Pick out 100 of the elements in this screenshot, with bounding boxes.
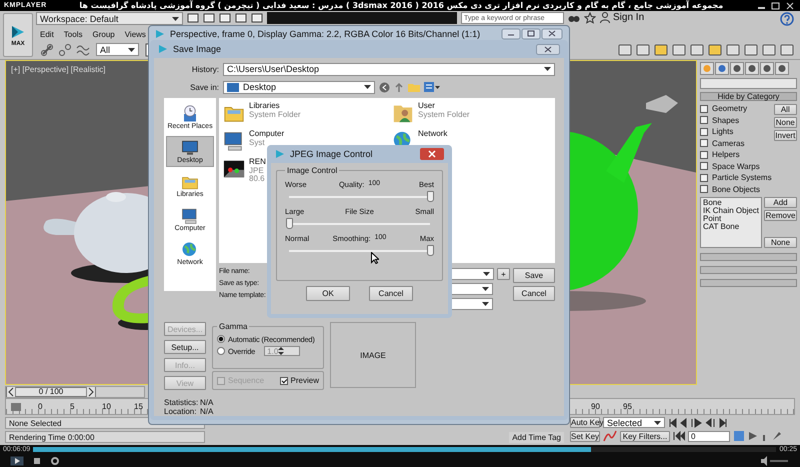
next-frame-button[interactable] xyxy=(87,386,95,396)
save-in-dropdown[interactable]: Desktop xyxy=(223,80,375,94)
close-icon[interactable] xyxy=(536,44,560,54)
unlink-icon[interactable] xyxy=(58,42,72,57)
checkbox[interactable] xyxy=(700,128,708,136)
toolbar-icon[interactable] xyxy=(219,12,231,24)
file-name[interactable]: REN xyxy=(249,158,266,166)
toolbar-icon[interactable] xyxy=(762,42,776,57)
workspace-dropdown[interactable]: Workspace: Default xyxy=(36,12,183,25)
toolbar-icon[interactable] xyxy=(672,42,686,57)
seek-bar[interactable] xyxy=(33,447,776,452)
side-button[interactable]: Setup... xyxy=(164,340,206,354)
previous-frame-button[interactable] xyxy=(7,386,15,396)
menu-item[interactable]: Group xyxy=(92,30,115,39)
save-button[interactable]: Save xyxy=(513,268,555,283)
key-mode-dropdown[interactable]: Selected xyxy=(603,417,665,428)
checkbox[interactable] xyxy=(700,104,708,113)
stat-label: Location: xyxy=(164,407,194,416)
file-name[interactable]: Computer xyxy=(249,130,284,138)
rollout-header[interactable]: Hide by Category xyxy=(700,92,797,101)
list-item[interactable]: IK Chain Object xyxy=(703,207,760,215)
panel-button[interactable]: Add xyxy=(764,197,797,208)
ok-button[interactable]: OK xyxy=(306,286,350,301)
toolbar-icon[interactable] xyxy=(726,42,740,57)
panel-button[interactable]: Remove xyxy=(764,210,797,221)
panel-button[interactable]: None xyxy=(774,117,797,128)
cancel-button[interactable]: Cancel xyxy=(369,286,413,301)
toolbar-icon[interactable] xyxy=(251,12,263,24)
object-list[interactable]: Bone IK Chain Object Point CAT Bone xyxy=(700,197,762,248)
history-dropdown[interactable]: C:\Users\User\Desktop xyxy=(223,62,555,76)
toolbar-icon[interactable] xyxy=(618,42,632,57)
checkbox[interactable] xyxy=(700,162,708,170)
toolbar-icon[interactable] xyxy=(708,42,722,57)
view-menu-icon[interactable] xyxy=(424,82,440,92)
checkbox[interactable] xyxy=(700,185,708,194)
up-folder-icon[interactable] xyxy=(394,82,404,92)
menu-item[interactable]: Edit xyxy=(40,30,54,39)
panel-tab-icon[interactable] xyxy=(715,62,729,75)
sign-in-button[interactable]: Sign In xyxy=(600,12,644,23)
window-controls-icon[interactable] xyxy=(501,28,563,40)
menu-item[interactable]: Tools xyxy=(64,30,82,39)
list-item[interactable]: CAT Bone xyxy=(703,223,760,231)
radio-button[interactable] xyxy=(217,347,225,355)
toolbar-icon[interactable] xyxy=(203,12,215,24)
checkbox[interactable] xyxy=(700,150,708,159)
image-thumbnail-icon[interactable] xyxy=(223,158,245,180)
gear-icon[interactable] xyxy=(50,456,60,466)
panel-button[interactable]: Invert xyxy=(774,130,797,141)
toolbar-icon[interactable] xyxy=(187,12,199,24)
toolbar-icon[interactable] xyxy=(744,42,758,57)
wave-icon[interactable] xyxy=(76,42,90,57)
panel-button[interactable]: All xyxy=(774,104,797,115)
toolbar-icon[interactable] xyxy=(780,42,794,57)
checkbox[interactable] xyxy=(700,174,708,182)
file-name[interactable]: Network xyxy=(418,130,448,138)
toolbar-icon[interactable] xyxy=(235,12,247,24)
stop-icon[interactable] xyxy=(32,456,42,466)
selection-filter-dropdown[interactable]: All xyxy=(96,43,139,56)
computer-icon[interactable] xyxy=(223,130,245,152)
volume-icon[interactable] xyxy=(760,456,790,466)
panel-tab-icon[interactable] xyxy=(745,62,759,75)
globe-icon xyxy=(181,241,199,259)
toolbar-icon[interactable] xyxy=(654,42,668,57)
star-icon[interactable] xyxy=(584,12,596,24)
frame-field[interactable]: 0 xyxy=(688,430,730,442)
navigation-icon[interactable] xyxy=(733,430,783,442)
panel-tab-icon[interactable] xyxy=(700,62,714,75)
add-time-tag-button[interactable]: Add Time Tag xyxy=(509,432,564,443)
help-icon[interactable] xyxy=(780,12,794,26)
back-icon[interactable] xyxy=(379,82,390,92)
caret-icon xyxy=(654,420,661,424)
list-item[interactable]: Point xyxy=(703,215,760,223)
close-icon[interactable] xyxy=(420,148,444,160)
view-cube-icon[interactable] xyxy=(646,95,678,113)
checkbox[interactable] xyxy=(280,376,288,384)
tick-label: 10 xyxy=(102,402,109,411)
viewport-label[interactable]: [+] [Perspective] [Realistic] xyxy=(11,65,106,74)
panel-button[interactable]: None xyxy=(764,237,797,248)
toolbar-icon[interactable] xyxy=(636,42,650,57)
panel-tab-icon[interactable] xyxy=(775,62,789,75)
menu-item[interactable]: Views xyxy=(124,30,146,39)
key-filters-button[interactable]: Key Filters... xyxy=(620,430,670,442)
toolbar-icon[interactable] xyxy=(690,42,704,57)
panel-tab-icon[interactable] xyxy=(730,62,744,75)
checkbox[interactable] xyxy=(700,139,708,148)
panel-tab-icon[interactable] xyxy=(760,62,774,75)
key-curve-icon[interactable] xyxy=(603,430,617,442)
skip-icon[interactable] xyxy=(673,431,685,441)
set-key-button[interactable]: Set Key xyxy=(570,430,600,442)
file-name[interactable]: User xyxy=(418,102,470,110)
file-detail: System Folder xyxy=(249,110,301,119)
cancel-button[interactable]: Cancel xyxy=(513,286,555,301)
link-icon[interactable] xyxy=(40,42,54,57)
add-button[interactable]: + xyxy=(497,268,510,280)
radio-button[interactable] xyxy=(217,335,225,343)
list-item[interactable]: Bone xyxy=(703,199,760,207)
file-name[interactable]: Libraries xyxy=(249,102,301,110)
play-icon[interactable] xyxy=(10,456,24,466)
checkbox[interactable] xyxy=(700,116,708,124)
name-field[interactable] xyxy=(700,78,797,89)
